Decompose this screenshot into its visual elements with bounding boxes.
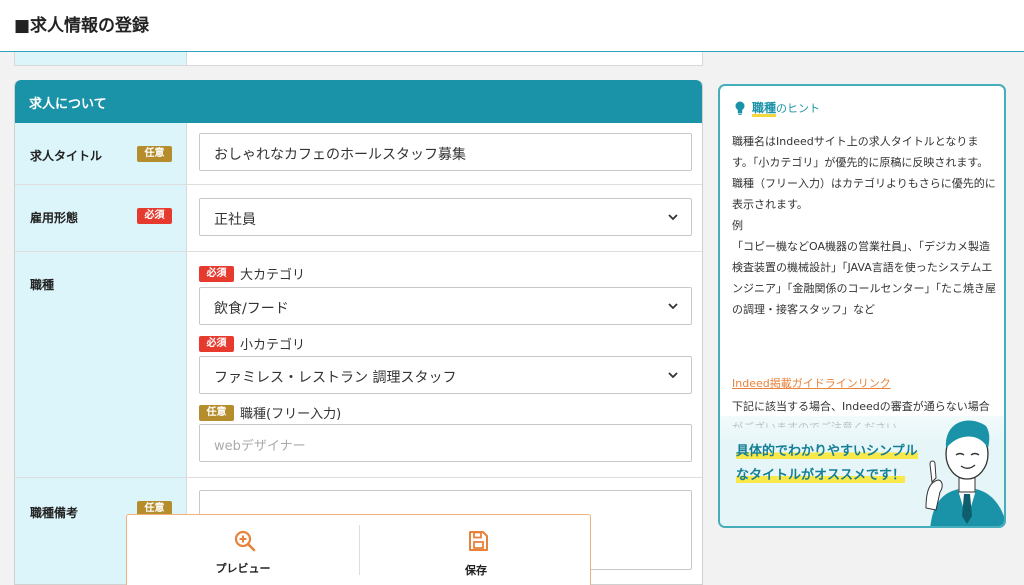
required-badge: 必須 [137,208,172,224]
hint-callout: 具体的でわかりやすいシンプルなタイトルがオススメです！ [736,444,918,483]
save-label: 保存 [465,564,487,577]
preview-button[interactable]: プレビュー [127,515,359,585]
zoom-in-icon [234,530,256,552]
occupation-row: 職種 必須 大カテゴリ 飲食/フード 必須 小カテゴリ ファミレス・レストラン 調理… [15,252,702,478]
previous-section-bottom [14,52,703,66]
required-badge: 必須 [199,265,234,282]
lightbulb-icon [735,101,745,115]
free-occupation-label: 任意 職種(フリー入力) [199,403,341,422]
chevron-down-icon [668,214,678,221]
employment-type-label: 雇用形態 [30,211,79,225]
job-title-input[interactable]: おしゃれなカフェのホールスタッフ募集 [199,133,692,171]
page-title: ■求人情報の登録 [14,16,150,36]
major-category-select[interactable]: 飲食/フード [199,287,692,325]
job-title-label: 求人タイトル [30,149,103,163]
save-button[interactable]: 保存 [360,515,592,585]
employment-type-select[interactable]: 正社員 [199,198,692,236]
floppy-disk-icon [469,531,488,551]
preview-label: プレビュー [215,562,271,575]
major-category-value: 飲食/フード [214,301,289,317]
optional-badge: 任意 [199,404,234,421]
job-title-row: 求人タイトル 任意 おしゃれなカフェのホールスタッフ募集 [15,123,702,185]
occupation-notes-label: 職種備考 [30,506,79,520]
major-category-label: 必須 大カテゴリ [199,264,305,283]
chevron-down-icon [668,303,678,310]
job-form: 求人について 求人タイトル 任意 おしゃれなカフェのホールスタッフ募集 雇用形態… [14,80,703,585]
section-title: 求人について [15,80,702,123]
chevron-down-icon [668,372,678,379]
advisor-illustration-icon [925,420,1004,526]
employment-type-value: 正社員 [214,212,256,228]
hint-panel: 職種のヒント 職種名はIndeedサイト上の求人タイトルとなります。「小カテゴリ… [718,84,1006,528]
required-badge: 必須 [199,335,234,352]
minor-category-value: ファミレス・レストラン 調理スタッフ [214,370,457,386]
page-header: ■求人情報の登録 [0,0,1024,52]
minor-category-label: 必須 小カテゴリ [199,334,305,353]
free-occupation-input[interactable]: webデザイナー [199,424,692,462]
hint-body: 職種名はIndeedサイト上の求人タイトルとなります。「小カテゴリ」が優先的に原… [732,135,996,316]
guideline-link[interactable]: Indeed掲載ガイドラインリンク [732,375,891,391]
employment-type-row: 雇用形態 必須 正社員 [15,185,702,252]
occupation-label: 職種 [30,278,55,292]
minor-category-select[interactable]: ファミレス・レストラン 調理スタッフ [199,356,692,394]
action-bar: プレビュー 保存 [126,514,591,585]
optional-badge: 任意 [137,146,172,162]
hint-title: 職種のヒント [752,101,821,115]
